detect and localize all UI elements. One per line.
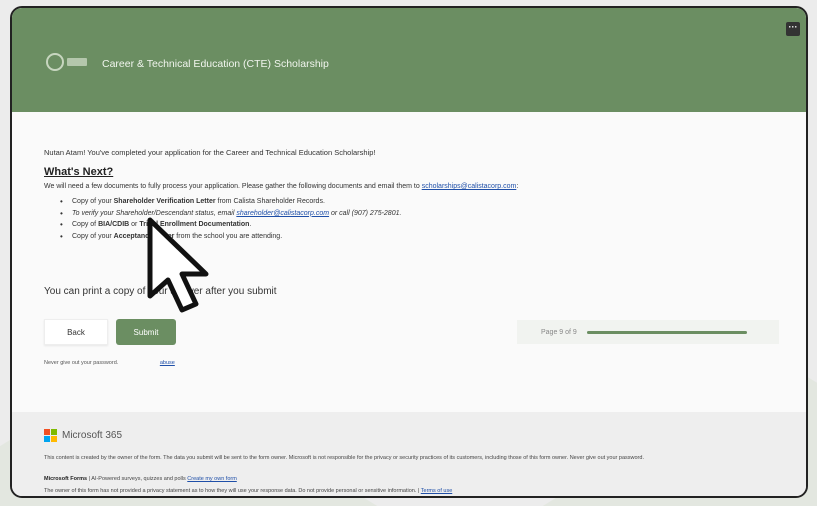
forms-promo: Microsoft Forms | AI-Powered surveys, qu… xyxy=(44,476,237,482)
page-progress: Page 9 of 9 xyxy=(517,320,779,344)
progress-text: Page 9 of 9 xyxy=(541,328,577,336)
list-item: Copy of BIA/CDIB or Tribal Enrollment Do… xyxy=(60,220,401,229)
create-form-link[interactable]: Create my own form xyxy=(187,476,237,482)
calista-logo-icon xyxy=(46,53,90,71)
scholarships-email-link[interactable]: scholarships@calistacorp.com xyxy=(422,183,517,190)
progress-bar xyxy=(586,330,747,334)
form-footer: Microsoft 365 This content is created by… xyxy=(12,412,806,496)
password-warning: Never give out your password. abuse xyxy=(44,360,175,366)
form-body: Nutan Atam! You've completed your applic… xyxy=(12,112,806,412)
footer-disclaimer: This content is created by the owner of … xyxy=(44,455,644,461)
list-item: Copy of your Acceptance Letter from the … xyxy=(60,232,401,241)
privacy-notice: The owner of this form has not provided … xyxy=(44,488,453,494)
back-button[interactable]: Back xyxy=(44,319,108,345)
terms-of-use-link[interactable]: Terms of use xyxy=(421,488,452,494)
shareholder-email-link[interactable]: shareholder@calistacorp.com xyxy=(236,210,329,217)
list-item: Copy of your Shareholder Verification Le… xyxy=(60,197,401,206)
more-options-button[interactable]: ··· xyxy=(786,22,800,36)
report-abuse-link[interactable]: abuse xyxy=(160,360,175,366)
microsoft-logo-icon xyxy=(44,429,57,442)
progress-fill xyxy=(586,330,747,334)
whats-next-heading: What's Next? xyxy=(44,166,114,178)
completion-message: Nutan Atam! You've completed your applic… xyxy=(44,148,376,157)
mouse-pointer-icon xyxy=(147,217,209,313)
brand-name: Microsoft 365 xyxy=(62,430,123,441)
microsoft-365-logo: Microsoft 365 xyxy=(44,429,122,442)
form-title: Career & Technical Education (CTE) Schol… xyxy=(102,58,329,70)
gather-documents-text: We will need a few documents to fully pr… xyxy=(44,183,519,190)
list-item: To verify your Shareholder/Descendant st… xyxy=(60,209,401,218)
form-window: ··· Career & Technical Education (CTE) S… xyxy=(10,6,808,498)
form-header: ··· Career & Technical Education (CTE) S… xyxy=(12,8,806,112)
submit-button[interactable]: Submit xyxy=(116,319,176,345)
required-documents-list: Copy of your Shareholder Verification Le… xyxy=(60,197,401,244)
